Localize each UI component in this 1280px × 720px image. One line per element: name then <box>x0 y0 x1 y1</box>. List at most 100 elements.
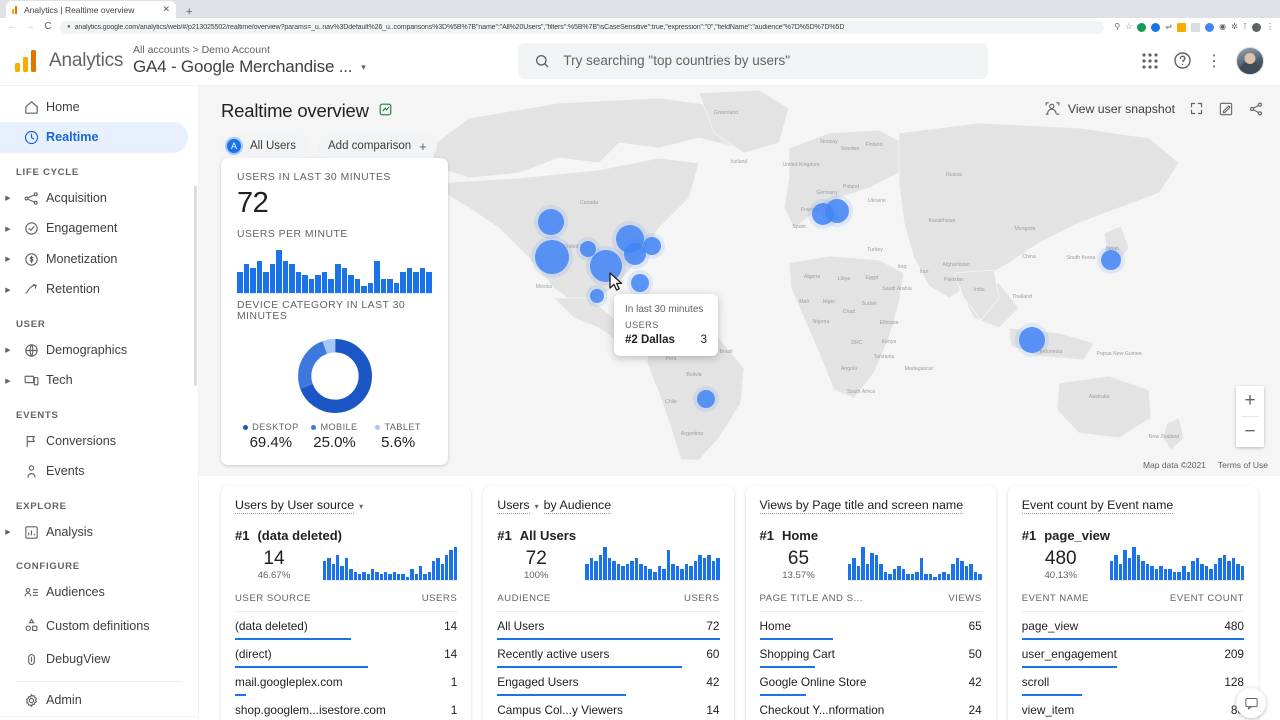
extension-icon-9[interactable]: ⊺ <box>1243 23 1247 31</box>
help-icon[interactable] <box>1173 51 1192 70</box>
map-tooltip: In last 30 minutes USERS #2 Dallas 3 <box>614 294 718 356</box>
share-icon[interactable] <box>1248 101 1264 117</box>
map-zoom-out-button[interactable]: − <box>1236 417 1264 447</box>
chevron-right-icon[interactable]: ▶ <box>0 346 16 354</box>
map-user-bubble[interactable] <box>590 289 604 303</box>
table-row[interactable]: Shopping Cart50 <box>760 640 982 668</box>
map-user-bubble[interactable] <box>1101 250 1121 270</box>
sidebar-item-tech[interactable]: ▶ Tech <box>0 365 188 395</box>
table-row[interactable]: mail.googleplex.com1 <box>235 668 457 696</box>
browser-tab[interactable]: Analytics | Realtime overview ✕ <box>6 1 176 18</box>
chevron-right-icon[interactable]: ▶ <box>0 286 16 294</box>
card-title[interactable]: Users by User source ▾ <box>235 498 457 514</box>
chevron-down-icon[interactable]: ▾ <box>535 502 539 511</box>
map-user-bubble[interactable] <box>643 237 661 255</box>
sidebar-item-monetization[interactable]: ▶ Monetization <box>0 244 188 274</box>
address-bar[interactable]: ● analytics.google.com/analytics/web/#/p… <box>60 21 1104 34</box>
sidebar-item-engagement[interactable]: ▶ Engagement <box>0 213 188 243</box>
card-title[interactable]: Users ▾ by Audience <box>497 498 719 514</box>
new-tab-button[interactable]: + <box>182 7 196 18</box>
sidebar-item-admin[interactable]: Admin <box>0 685 188 715</box>
sidebar-item-debugview[interactable]: DebugView <box>0 644 188 674</box>
extension-icon-6[interactable] <box>1205 23 1214 32</box>
star-icon[interactable]: ☆ <box>1125 23 1132 31</box>
view-user-snapshot-button[interactable]: View user snapshot <box>1044 100 1175 117</box>
sparkline-bar <box>1187 572 1191 580</box>
sidebar-scrollbar[interactable] <box>194 186 197 386</box>
extension-icon-1[interactable] <box>1137 23 1146 32</box>
legend-item-mobile: MOBILE 25.0% <box>303 422 367 451</box>
sidebar-item-retention[interactable]: ▶ Retention <box>0 274 188 304</box>
brand-block[interactable]: Analytics <box>0 48 125 74</box>
sidebar-item-custom-definitions[interactable]: Custom definitions <box>0 608 188 644</box>
profile-icon[interactable] <box>1252 23 1261 32</box>
table-row[interactable]: user_engagement209 <box>1022 640 1244 668</box>
map-user-bubble[interactable] <box>631 274 649 292</box>
table-row[interactable]: All Users72 <box>497 612 719 640</box>
chevron-right-icon[interactable]: ▶ <box>0 528 16 536</box>
edit-icon[interactable] <box>1218 101 1234 117</box>
more-options-icon[interactable]: ⋮ <box>1206 51 1222 71</box>
extension-icon-3[interactable]: ⇌ <box>1165 23 1172 31</box>
chevron-right-icon[interactable]: ▶ <box>0 225 16 233</box>
chevron-right-icon[interactable]: ▶ <box>0 377 16 385</box>
map-user-bubble[interactable] <box>697 390 715 408</box>
sparkline-bar <box>1114 555 1118 580</box>
search-input[interactable]: Try searching "top countries by users" <box>518 43 988 79</box>
table-row[interactable]: page_view480 <box>1022 612 1244 640</box>
table-row[interactable]: Recently active users60 <box>497 640 719 668</box>
extension-icon-5[interactable] <box>1191 23 1200 32</box>
map-user-bubble[interactable] <box>535 240 569 274</box>
back-button[interactable]: ← <box>6 22 18 32</box>
sidebar-item-conversions[interactable]: Conversions <box>0 426 188 456</box>
table-row[interactable]: view_item80 <box>1022 696 1244 720</box>
map-terms-link[interactable]: Terms of Use <box>1218 460 1268 470</box>
table-row[interactable]: (direct)14 <box>235 640 457 668</box>
table-row[interactable]: scroll128 <box>1022 668 1244 696</box>
grid-icon[interactable] <box>1141 52 1159 70</box>
sidebar-item-events[interactable]: Events <box>0 456 188 486</box>
map-user-bubble[interactable] <box>1019 327 1045 353</box>
fullscreen-icon[interactable] <box>1189 101 1204 116</box>
sidebar-item-realtime[interactable]: Realtime <box>0 122 188 152</box>
realtime-map[interactable]: GreenlandCanadaIcelandNorwaySwedenFinlan… <box>199 86 1280 476</box>
avatar[interactable] <box>1236 47 1264 75</box>
extension-icon-2[interactable] <box>1151 23 1160 32</box>
extension-icon-8[interactable]: ✲ <box>1231 23 1238 31</box>
table-row[interactable]: Engaged Users42 <box>497 668 719 696</box>
property-selector[interactable]: All accounts > Demo Account GA4 - Google… <box>125 44 366 77</box>
sidebar-item-label: Analysis <box>46 525 93 539</box>
chevron-right-icon[interactable]: ▶ <box>0 194 16 202</box>
map-country-label: Bolivia <box>686 372 701 378</box>
forward-button[interactable]: → <box>24 22 36 32</box>
sidebar-item-home[interactable]: Home <box>0 92 188 122</box>
map-zoom-in-button[interactable]: + <box>1236 386 1264 416</box>
comparison-chip-all-users[interactable]: A All Users <box>221 134 308 158</box>
sidebar-item-acquisition[interactable]: ▶ Acquisition <box>0 183 188 213</box>
extension-icon-4[interactable] <box>1177 23 1186 32</box>
chevron-down-icon[interactable]: ▾ <box>359 502 363 511</box>
card-title[interactable]: Views by Page title and screen name <box>760 498 982 514</box>
table-row[interactable]: Google Online Store42 <box>760 668 982 696</box>
sidebar-item-analysis[interactable]: ▶ Analysis <box>0 517 188 547</box>
insights-icon[interactable] <box>378 102 393 120</box>
reload-button[interactable]: C <box>42 22 54 32</box>
sparkline-bar <box>1123 550 1127 580</box>
table-row[interactable]: shop.googlem...isestore.com1 <box>235 696 457 720</box>
close-icon[interactable]: ✕ <box>162 5 170 14</box>
extension-icon-7[interactable]: ◉ <box>1219 23 1226 31</box>
map-user-bubble[interactable] <box>825 199 849 223</box>
table-row[interactable]: Home65 <box>760 612 982 640</box>
add-comparison-button[interactable]: Add comparison + <box>318 134 437 158</box>
feedback-button[interactable] <box>1236 688 1266 718</box>
sidebar-item-demographics[interactable]: ▶ Demographics <box>0 335 188 365</box>
sidebar-item-audiences[interactable]: Audiences <box>0 577 188 607</box>
table-row[interactable]: Checkout Y...nformation24 <box>760 696 982 720</box>
zoom-icon[interactable]: ⚲ <box>1114 23 1120 31</box>
card-title[interactable]: Event count by Event name <box>1022 498 1244 514</box>
table-row[interactable]: Campus Col...y Viewers14 <box>497 696 719 720</box>
chevron-right-icon[interactable]: ▶ <box>0 255 16 263</box>
table-row[interactable]: (data deleted)14 <box>235 612 457 640</box>
browser-menu-icon[interactable]: ⋮ <box>1266 23 1274 31</box>
map-user-bubble[interactable] <box>538 209 564 235</box>
